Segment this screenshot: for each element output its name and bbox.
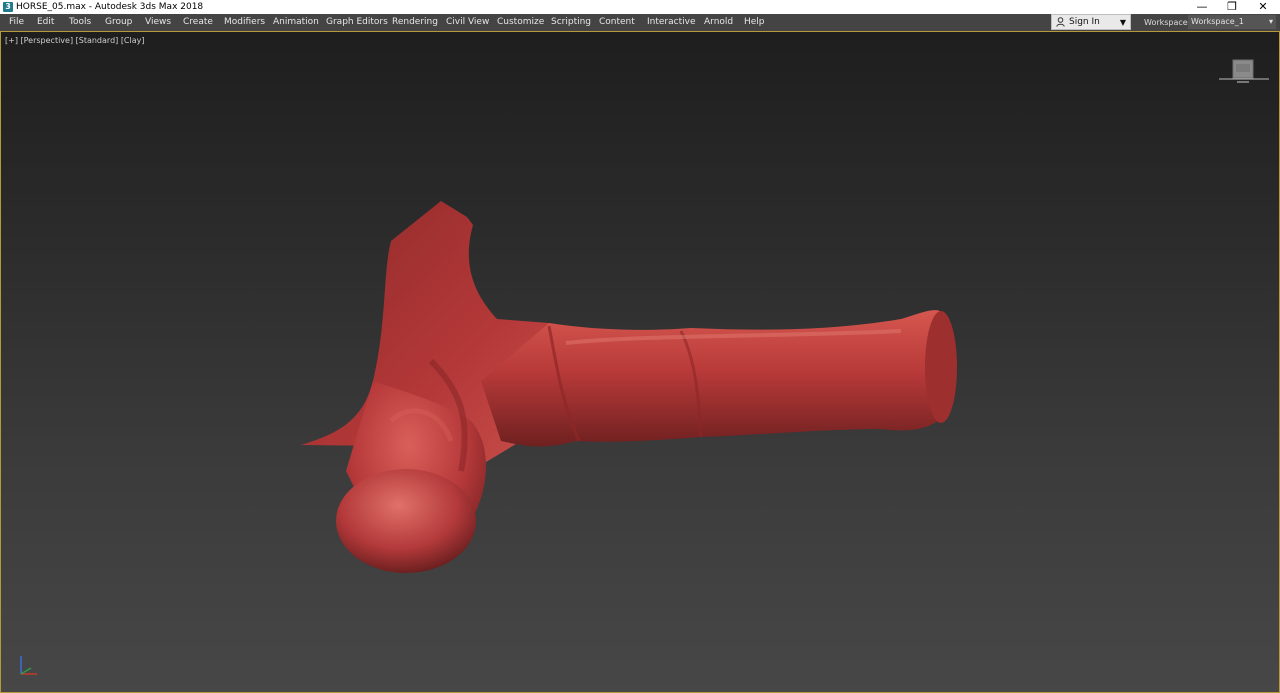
sculpt-model[interactable] [1, 32, 1279, 692]
menu-rendering[interactable]: Rendering [392, 16, 438, 29]
menu-animation[interactable]: Animation [273, 16, 319, 29]
axis-tripod-icon [20, 656, 37, 675]
menu-create[interactable]: Create [183, 16, 213, 29]
app-logo-icon: 3 [3, 2, 13, 12]
minimize-button[interactable]: — [1186, 0, 1218, 14]
menu-tools[interactable]: Tools [69, 16, 91, 29]
user-icon [1056, 17, 1065, 27]
menu-interactive[interactable]: Interactive [647, 16, 695, 29]
sign-in-label: Sign In [1069, 17, 1100, 27]
menu-group[interactable]: Group [105, 16, 132, 29]
menu-content[interactable]: Content [599, 16, 635, 29]
perspective-viewport[interactable]: [+] [Perspective] [Standard] [Clay] [0, 31, 1280, 693]
workspaces-label: Workspaces: [1144, 18, 1195, 27]
title-bar: 3 HORSE_05.max - Autodesk 3ds Max 2018 —… [0, 0, 1280, 14]
menu-file[interactable]: File [9, 16, 24, 29]
viewcube-icon[interactable] [1219, 56, 1269, 86]
model-end-cap [925, 311, 957, 423]
model-ball [336, 469, 476, 573]
chevron-down-icon: ▼ [1119, 18, 1126, 27]
close-button[interactable]: ✕ [1247, 0, 1279, 14]
menu-arnold[interactable]: Arnold [704, 16, 733, 29]
menu-scripting[interactable]: Scripting [551, 16, 591, 29]
workspace-value: Workspace_1 [1191, 17, 1244, 26]
window-title: HORSE_05.max - Autodesk 3ds Max 2018 [16, 2, 204, 12]
menu-views[interactable]: Views [145, 16, 171, 29]
menu-graph-editors[interactable]: Graph Editors [326, 16, 388, 29]
chevron-down-icon: ▾ [1268, 17, 1273, 26]
menu-modifiers[interactable]: Modifiers [224, 16, 265, 29]
menu-help[interactable]: Help [744, 16, 765, 29]
menu-civil-view[interactable]: Civil View [446, 16, 489, 29]
menu-customize[interactable]: Customize [497, 16, 544, 29]
restore-button[interactable]: ❐ [1216, 0, 1248, 14]
sign-in-dropdown[interactable]: Sign In ▼ [1051, 14, 1131, 30]
workspace-select[interactable]: Workspace_1 ▾ [1188, 15, 1276, 29]
menu-edit[interactable]: Edit [37, 16, 54, 29]
